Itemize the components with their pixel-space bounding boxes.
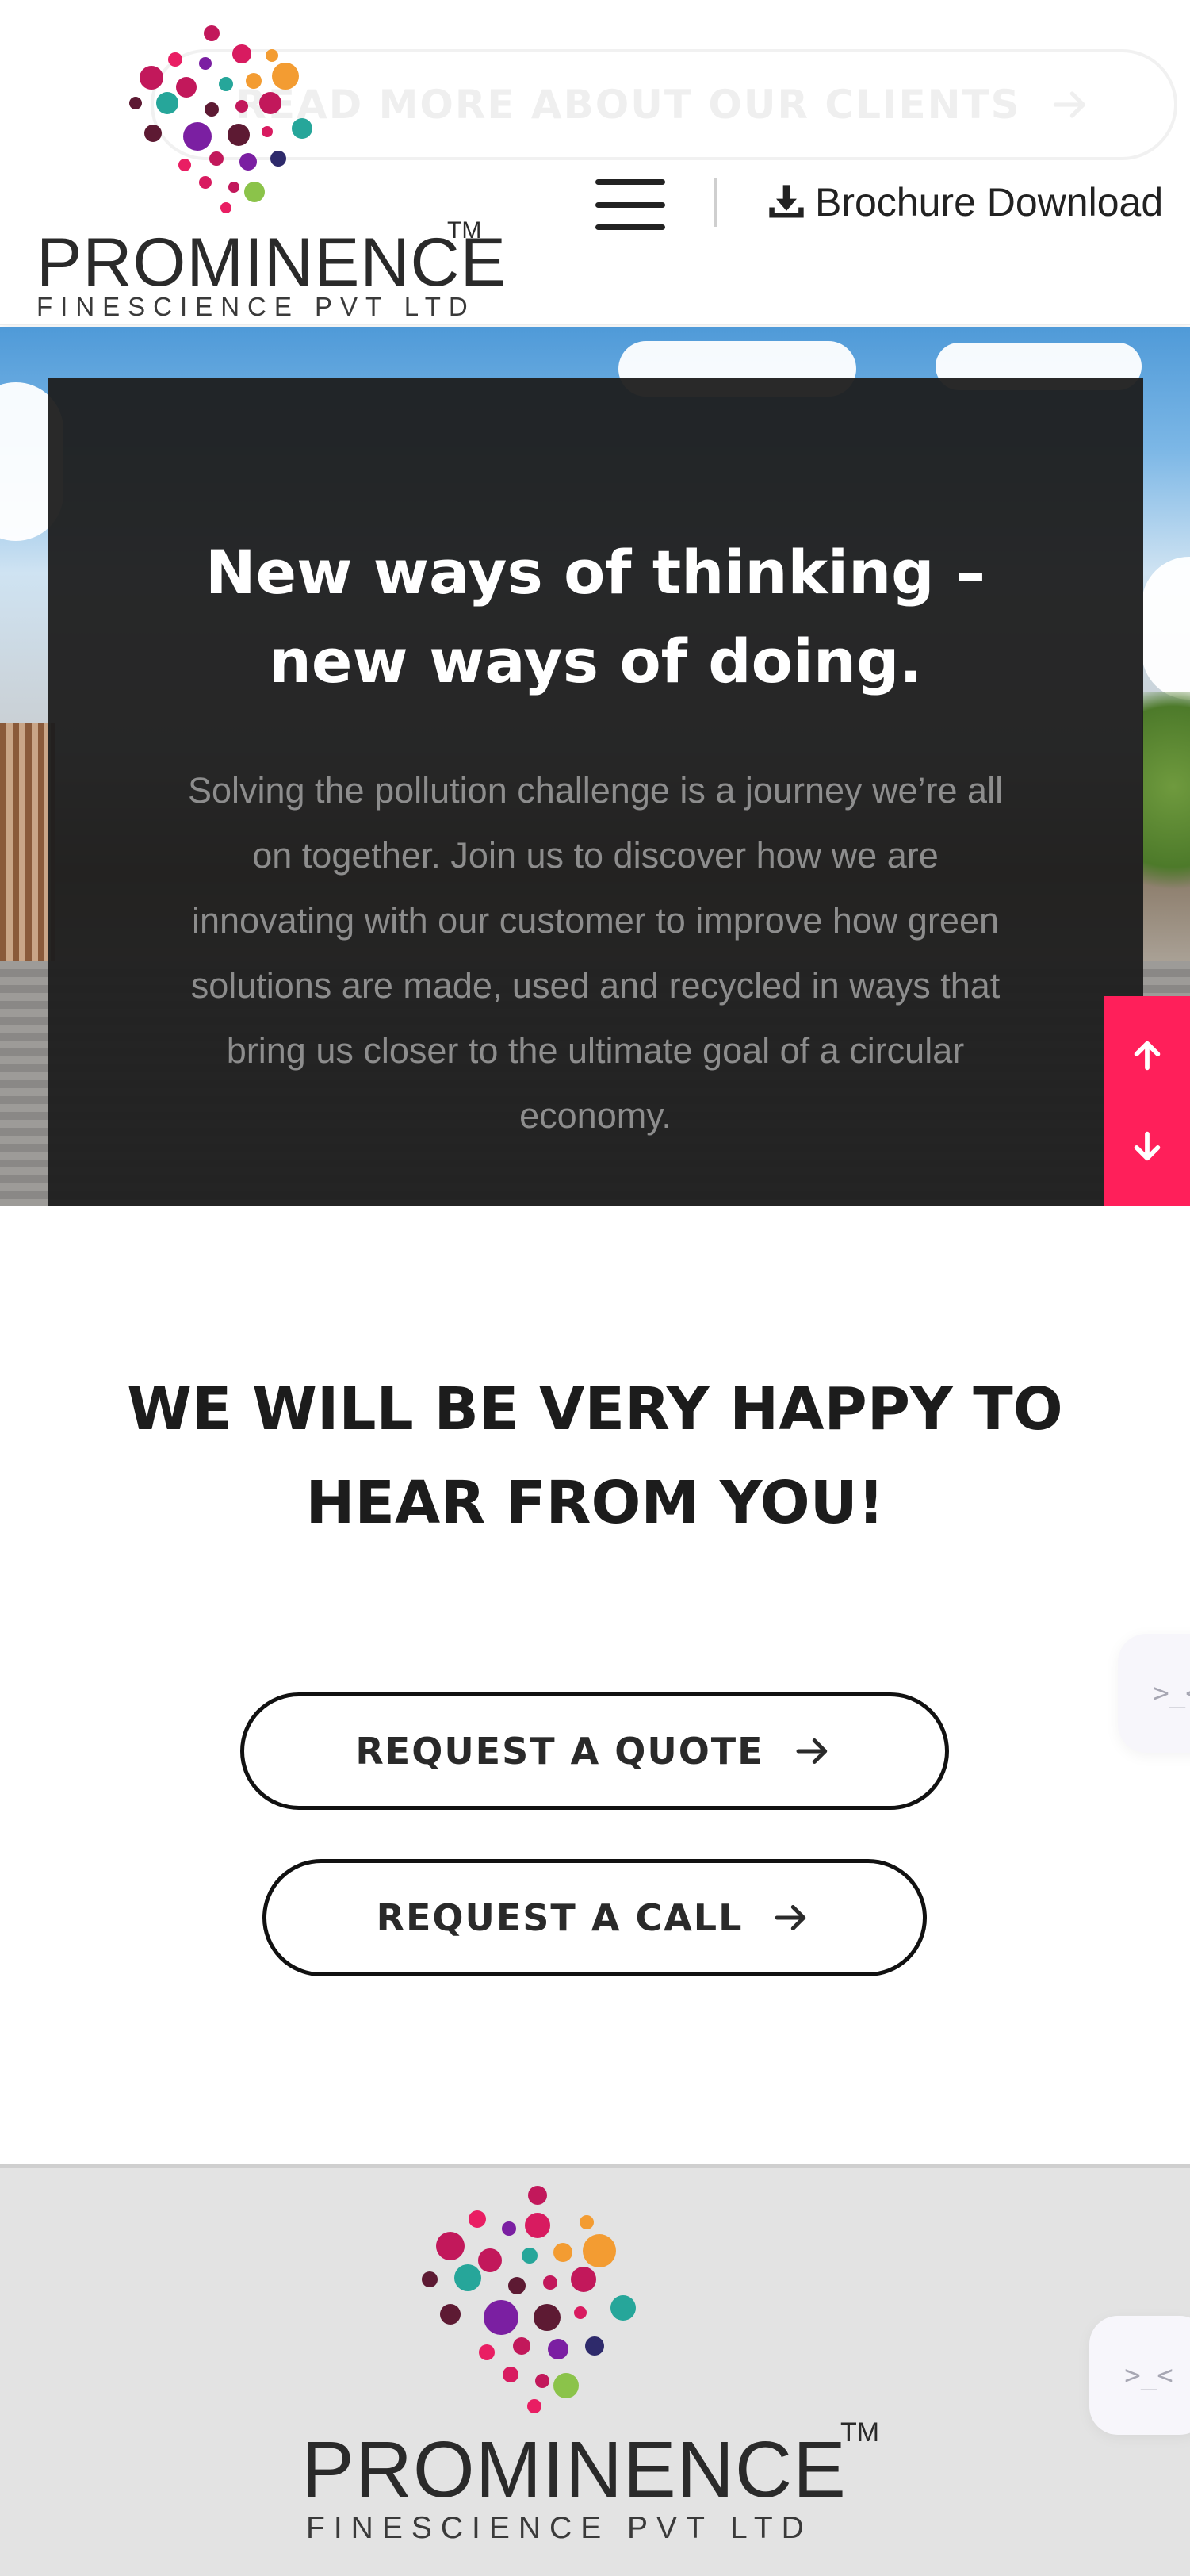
logo-wordmark: PROMINENCE (301, 2425, 847, 2514)
hero-title-line: New ways of thinking – (205, 537, 986, 608)
request-quote-button[interactable]: REQUEST A QUOTE (240, 1692, 949, 1810)
arrow-right-icon (1053, 91, 1085, 118)
contact-heading-line: HEAR FROM YOU! (305, 1469, 885, 1537)
request-quote-label: REQUEST A QUOTE (355, 1730, 764, 1773)
floating-widget[interactable]: >_< (1118, 1634, 1190, 1753)
footer-logo[interactable]: PROMINENCE TM FINESCIENCE PVT LTD (301, 2184, 888, 2557)
background-cloud (1142, 557, 1190, 700)
header-divider (714, 178, 717, 227)
logo-dots-mark (422, 2186, 636, 2413)
arrow-up-icon[interactable] (1129, 1037, 1165, 1074)
hero-text-panel: New ways of thinking – new ways of doing… (48, 378, 1143, 1206)
hero-description-line: on together. Join us to discover how we … (252, 835, 939, 876)
logo-trademark: TM (840, 2417, 880, 2448)
scroll-control (1104, 996, 1190, 1206)
floating-widget[interactable]: >_< (1089, 2316, 1190, 2435)
hero-title-line: new ways of doing. (268, 626, 923, 696)
company-logo[interactable]: PROMINENCE TM FINESCIENCE PVT LTD (32, 24, 506, 320)
hero-section: New ways of thinking – new ways of doing… (0, 327, 1190, 1206)
arrow-right-icon (796, 1738, 827, 1764)
arrow-right-icon (775, 1905, 806, 1930)
hero-description-line: bring us closer to the ultimate goal of … (226, 1030, 965, 1071)
arrow-down-icon[interactable] (1129, 1128, 1165, 1164)
contact-heading: WE WILL BE VERY HAPPY TO HEAR FROM YOU! (0, 1363, 1190, 1550)
hero-description-line: innovating with our customer to improve … (191, 900, 999, 941)
widget-glyph: >_< (1153, 1677, 1190, 1709)
logo-trademark: TM (447, 217, 482, 243)
brochure-download-link[interactable]: Brochure Download (766, 176, 1163, 228)
menu-bar (595, 224, 665, 230)
download-icon (769, 185, 804, 218)
hero-description-line: solutions are made, used and recycled in… (190, 965, 1001, 1006)
site-header: READ MORE ABOUT OUR CLIENTS PROMINENCE T… (0, 0, 1190, 325)
hero-title: New ways of thinking – new ways of doing… (48, 528, 1143, 706)
hamburger-menu-icon[interactable] (591, 176, 670, 233)
menu-bar (595, 179, 665, 185)
site-footer: PROMINENCE TM FINESCIENCE PVT LTD (0, 2164, 1190, 2576)
logo-dots-mark (129, 25, 312, 213)
contact-heading-line: WE WILL BE VERY HAPPY TO (127, 1375, 1063, 1443)
hero-description-line: Solving the pollution challenge is a jou… (187, 770, 1004, 811)
logo-wordmark: PROMINENCE (36, 224, 507, 301)
hero-description: Solving the pollution challenge is a jou… (147, 758, 1044, 1148)
background-tree (1142, 692, 1190, 930)
logo-tagline: FINESCIENCE PVT LTD (306, 2511, 813, 2545)
logo-tagline: FINESCIENCE PVT LTD (36, 292, 476, 321)
menu-bar (595, 201, 665, 208)
hero-description-line: economy. (519, 1095, 672, 1136)
brochure-download-label: Brochure Download (815, 180, 1164, 224)
request-call-button[interactable]: REQUEST A CALL (262, 1859, 927, 1976)
request-call-label: REQUEST A CALL (376, 1896, 744, 1939)
widget-glyph: >_< (1124, 2359, 1173, 2391)
